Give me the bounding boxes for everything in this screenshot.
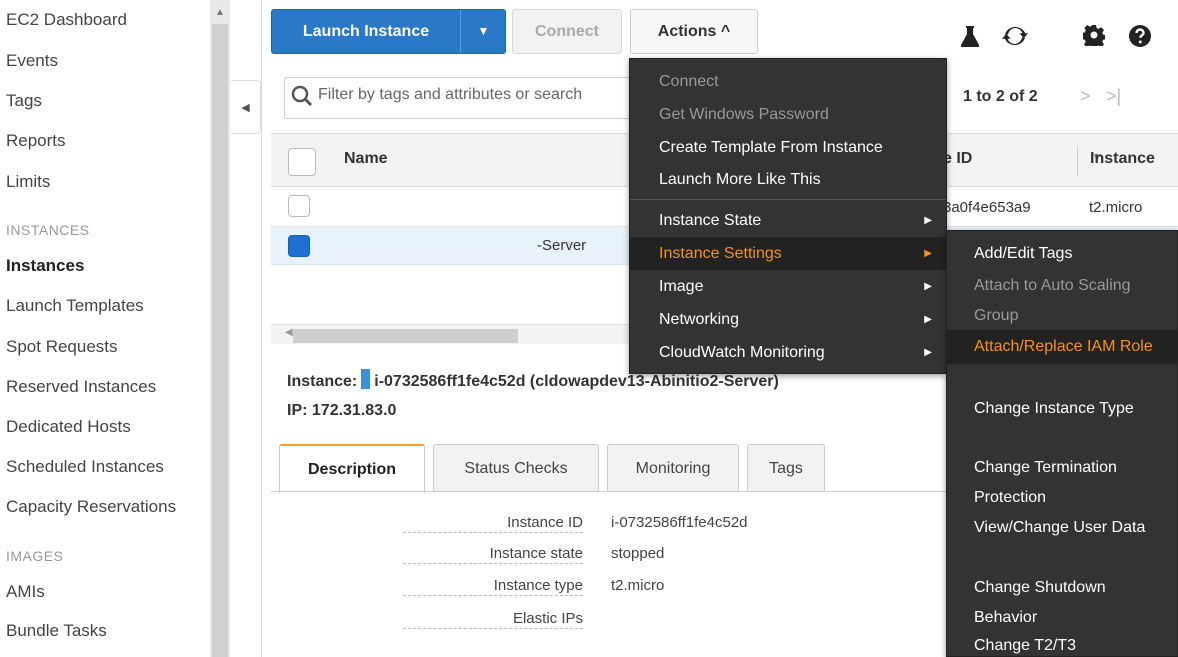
menu-item-label: Networking <box>659 311 740 328</box>
menu-item-create-template[interactable]: Create Template From Instance <box>630 131 946 164</box>
divider <box>1077 146 1078 176</box>
instance-detail-prefix: Instance: <box>287 373 358 390</box>
field-label-elastic-ips: Elastic IPs <box>403 610 583 629</box>
field-label-instance-id: Instance ID <box>403 514 583 533</box>
scroll-left-icon[interactable]: ◀ <box>285 327 293 338</box>
menu-item-image[interactable]: Image ▶ <box>630 270 946 303</box>
instance-ip: IP: 172.31.83.0 <box>287 402 397 419</box>
sidebar-item-capacity-reservations[interactable]: Capacity Reservations <box>6 497 176 517</box>
sidebar-item-reports[interactable]: Reports <box>6 131 66 151</box>
submenu-item-change-t2-t3[interactable]: Change T2/T3 <box>947 631 1178 657</box>
collapse-sidebar-icon[interactable]: ◀ <box>231 80 261 134</box>
chevron-right-icon: ▶ <box>924 314 932 325</box>
field-value-instance-state: stopped <box>611 545 665 562</box>
next-page-button[interactable]: > <box>1080 86 1091 107</box>
sidebar-scrollbar[interactable]: ▲ <box>210 0 230 657</box>
chevron-right-icon: ▶ <box>924 347 932 358</box>
sidebar-item-ec2-dashboard[interactable]: EC2 Dashboard <box>6 10 127 30</box>
filter-input[interactable] <box>318 86 628 104</box>
chevron-down-icon[interactable]: ▼ <box>461 10 506 53</box>
sidebar-item-limits[interactable]: Limits <box>6 172 50 192</box>
select-all-checkbox[interactable] <box>288 148 316 176</box>
field-label-text: Instance ID <box>507 514 583 531</box>
sidebar-item-events[interactable]: Events <box>6 51 58 71</box>
field-value-instance-type: t2.micro <box>611 577 665 594</box>
sidebar-item-reserved-instances[interactable]: Reserved Instances <box>6 377 156 397</box>
menu-item-get-windows-password: Get Windows Password <box>659 106 829 123</box>
instance-detail-id: i-0732586ff1fe4c52d (cldowapdev13-Abinit… <box>374 373 779 390</box>
sidebar-item-launch-templates[interactable]: Launch Templates <box>6 296 144 316</box>
field-label-text: Instance state <box>489 545 583 562</box>
sidebar-section-images: IMAGES <box>6 548 64 564</box>
tab-monitoring[interactable]: Monitoring <box>607 444 739 492</box>
menu-item-launch-more[interactable]: Launch More Like This <box>630 163 946 196</box>
menu-item-connect: Connect <box>659 73 719 90</box>
field-label-text: Instance type <box>493 577 583 594</box>
sidebar-item-bundle-tasks[interactable]: Bundle Tasks <box>6 621 107 641</box>
instance-id-cell: 3a0f4e653a9 <box>943 199 1031 216</box>
scroll-up-icon[interactable]: ▲ <box>210 2 230 24</box>
tab-description[interactable]: Description <box>279 444 425 493</box>
menu-item-instance-state[interactable]: Instance State ▶ <box>630 204 946 237</box>
field-label-text: Elastic IPs <box>512 610 583 627</box>
sidebar-item-instances[interactable]: Instances <box>6 256 84 276</box>
submenu-item-attach-replace-iam-role[interactable]: Attach/Replace IAM Role <box>947 330 1178 364</box>
instance-type-cell: t2.micro <box>1089 199 1143 216</box>
chevron-right-icon: ▶ <box>924 248 932 259</box>
submenu-item-attach-auto-scaling: Attach to Auto Scaling Group <box>974 277 1131 324</box>
refresh-icon[interactable] <box>1001 24 1029 54</box>
column-header-instance-id[interactable]: e ID <box>943 150 972 168</box>
chevron-right-icon: ▶ <box>924 215 932 226</box>
submenu-item-change-instance-type[interactable]: Change Instance Type <box>947 394 1178 424</box>
pagination-label: 1 to 2 of 2 <box>963 88 1038 105</box>
field-label-instance-state: Instance state <box>403 545 583 564</box>
tab-tags[interactable]: Tags <box>747 444 825 492</box>
actions-menu: Connect Get Windows Password Create Temp… <box>629 58 947 374</box>
sidebar-item-amis[interactable]: AMIs <box>6 582 45 602</box>
menu-item-label: Image <box>659 278 704 295</box>
launch-instance-label[interactable]: Launch Instance <box>272 10 460 53</box>
field-value-instance-id: i-0732586ff1fe4c52d <box>611 514 748 531</box>
divider <box>261 0 262 657</box>
menu-item-label: CloudWatch Monitoring <box>659 344 825 361</box>
launch-instance-button[interactable]: Launch Instance ▼ <box>271 9 506 54</box>
divider <box>271 491 951 492</box>
menu-item-label: Instance Settings <box>659 245 782 262</box>
row-checkbox-checked[interactable] <box>288 235 310 257</box>
submenu-item-change-shutdown-behavior[interactable]: Change Shutdown Behavior <box>947 573 1178 633</box>
chevron-right-icon: ▶ <box>924 281 932 292</box>
scrollbar-thumb[interactable] <box>212 24 228 657</box>
connect-button[interactable]: Connect <box>512 9 622 54</box>
menu-item-networking[interactable]: Networking ▶ <box>630 303 946 336</box>
sidebar-item-spot-requests[interactable]: Spot Requests <box>6 337 118 357</box>
submenu-item-view-change-user-data[interactable]: View/Change User Data <box>947 513 1178 543</box>
divider <box>630 199 946 200</box>
scrollbar-thumb[interactable] <box>293 329 518 343</box>
sidebar-item-scheduled-instances[interactable]: Scheduled Instances <box>6 457 164 477</box>
search-icon <box>290 84 314 108</box>
column-header-name[interactable]: Name <box>344 150 388 168</box>
instance-name-cell: -Server <box>537 237 587 254</box>
sidebar-section-instances: INSTANCES <box>6 222 90 238</box>
flask-icon[interactable] <box>956 24 984 54</box>
instance-marker <box>361 369 371 389</box>
submenu-item-change-termination-protection[interactable]: Change Termination Protection <box>947 453 1178 513</box>
instance-settings-submenu: Add/Edit Tags Attach to Auto Scaling Gro… <box>946 230 1178 657</box>
actions-button[interactable]: Actions ^ <box>630 9 758 54</box>
field-label-instance-type: Instance type <box>403 577 583 596</box>
sidebar: EC2 Dashboard Events Tags Reports Limits… <box>0 0 230 657</box>
column-header-instance-type-label[interactable]: Instance <box>1090 150 1155 168</box>
last-page-button[interactable]: >| <box>1106 86 1121 107</box>
help-icon[interactable] <box>1126 24 1154 54</box>
sidebar-item-dedicated-hosts[interactable]: Dedicated Hosts <box>6 417 131 437</box>
menu-item-cloudwatch-monitoring[interactable]: CloudWatch Monitoring ▶ <box>630 336 946 369</box>
submenu-item-add-edit-tags[interactable]: Add/Edit Tags <box>947 239 1178 269</box>
tab-status-checks[interactable]: Status Checks <box>433 444 599 492</box>
gear-icon[interactable] <box>1080 24 1108 52</box>
menu-item-label: Instance State <box>659 212 762 229</box>
sidebar-item-tags[interactable]: Tags <box>6 91 42 111</box>
row-checkbox[interactable] <box>288 195 310 217</box>
menu-item-instance-settings[interactable]: Instance Settings ▶ <box>630 237 946 270</box>
